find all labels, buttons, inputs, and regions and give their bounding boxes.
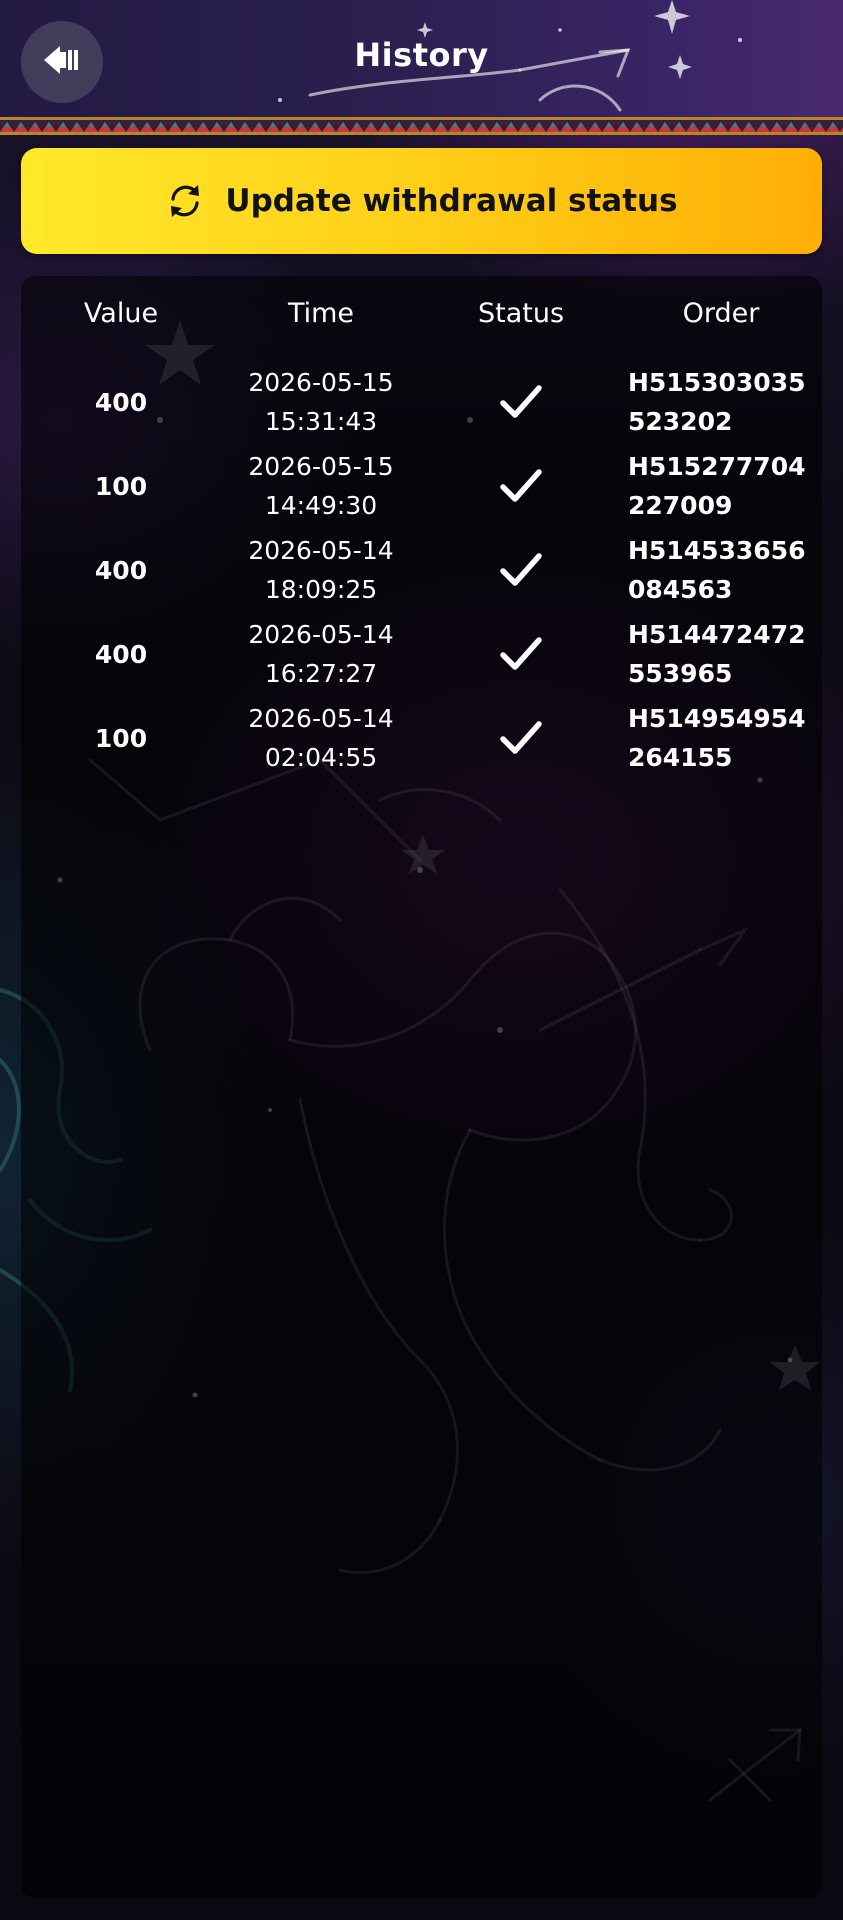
- check-icon: [500, 469, 542, 502]
- table-row: 400 2026-05-14 16:27:27 H514472472553965: [21, 612, 822, 696]
- date-text: 2026-05-14: [248, 704, 394, 733]
- time-cell: 2026-05-15 14:49:30: [221, 444, 421, 528]
- order-cell: H514472472553965: [628, 620, 806, 688]
- table-header: Value Time Status Order: [21, 276, 822, 360]
- date-text: 2026-05-15: [248, 368, 394, 397]
- column-header-status: Status: [477, 298, 565, 329]
- value-cell: 100: [94, 471, 148, 501]
- status-cell: [421, 528, 621, 612]
- check-icon: [500, 385, 542, 418]
- column-header-time: Time: [287, 298, 355, 329]
- status-cell: [421, 612, 621, 696]
- order-cell: H515303035523202: [628, 368, 806, 436]
- table-row: 100 2026-05-15 14:49:30 H515277704227009: [21, 444, 822, 528]
- time-text: 02:04:55: [264, 743, 378, 772]
- order-cell: H514954954264155: [628, 704, 806, 772]
- time-cell: 2026-05-14 16:27:27: [221, 612, 421, 696]
- check-icon: [500, 553, 542, 586]
- table-row: 400 2026-05-15 15:31:43 H515303035523202: [21, 360, 822, 444]
- order-cell: H514533656084563: [628, 536, 806, 604]
- time-cell: 2026-05-15 15:31:43: [221, 360, 421, 444]
- time-text: 14:49:30: [264, 491, 378, 520]
- decorative-border: [0, 117, 843, 135]
- page-title: History: [354, 36, 489, 74]
- date-text: 2026-05-15: [248, 452, 394, 481]
- update-button-label: Update withdrawal status: [225, 183, 678, 219]
- status-cell: [421, 360, 621, 444]
- check-icon: [500, 637, 542, 670]
- status-cell: [421, 696, 621, 780]
- value-cell: 400: [94, 387, 148, 417]
- header-bar: History: [0, 0, 843, 118]
- value-cell: 100: [94, 723, 148, 753]
- update-withdrawal-status-button[interactable]: Update withdrawal status: [21, 148, 822, 254]
- date-text: 2026-05-14: [248, 620, 394, 649]
- time-text: 18:09:25: [264, 575, 378, 604]
- date-text: 2026-05-14: [248, 536, 394, 565]
- check-icon: [500, 721, 542, 754]
- history-table: Value Time Status Order 400 2026-05-15 1…: [21, 276, 822, 1898]
- order-cell: H515277704227009: [628, 452, 806, 520]
- time-text: 15:31:43: [264, 407, 378, 436]
- time-text: 16:27:27: [264, 659, 378, 688]
- refresh-icon: [165, 181, 205, 221]
- value-cell: 400: [94, 639, 148, 669]
- table-row: 400 2026-05-14 18:09:25 H514533656084563: [21, 528, 822, 612]
- column-header-value: Value: [83, 298, 159, 329]
- column-header-order: Order: [682, 298, 760, 329]
- value-cell: 400: [94, 555, 148, 585]
- status-cell: [421, 444, 621, 528]
- time-cell: 2026-05-14 02:04:55: [221, 696, 421, 780]
- table-row: 100 2026-05-14 02:04:55 H514954954264155: [21, 696, 822, 780]
- time-cell: 2026-05-14 18:09:25: [221, 528, 421, 612]
